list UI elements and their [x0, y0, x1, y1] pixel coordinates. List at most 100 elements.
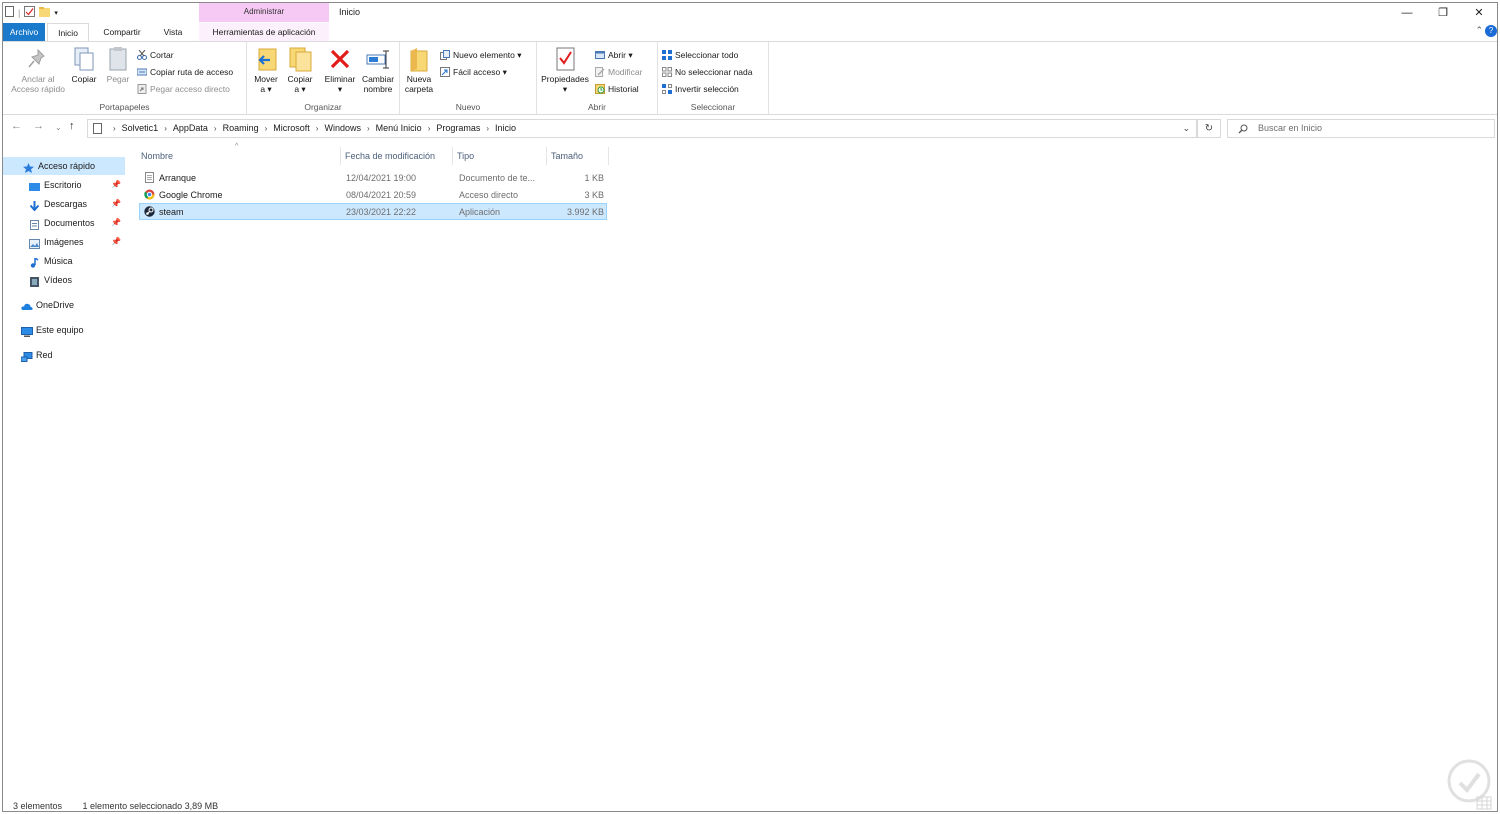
invert-selection-button[interactable]: Invertir selección: [662, 82, 739, 96]
computer-icon: [21, 325, 33, 337]
easy-access-icon: [440, 66, 450, 77]
maximize-button[interactable]: ❐: [1425, 3, 1461, 23]
nav-label: Este equipo: [36, 325, 84, 335]
nav-item-onedrive[interactable]: OneDrive: [3, 296, 125, 314]
window-title: Inicio: [339, 7, 361, 17]
nav-label: Descargas: [44, 199, 88, 209]
back-arrow-icon[interactable]: ←: [11, 120, 22, 132]
nav-label: Imágenes: [44, 237, 84, 247]
download-arrow-icon: [29, 199, 40, 212]
copy-path-label: Copiar ruta de acceso: [150, 67, 234, 77]
delete-button[interactable]: Eliminar ▾: [323, 46, 357, 94]
quick-access-toolbar: | ▾: [5, 6, 58, 19]
column-header-size[interactable]: Tamaño: [547, 147, 609, 165]
column-header-type[interactable]: Tipo: [453, 147, 547, 165]
select-none-button[interactable]: No seleccionar nada: [662, 65, 753, 79]
pin-icon[interactable]: 📌: [111, 176, 121, 194]
column-header-modified[interactable]: Fecha de modificación: [341, 147, 453, 165]
column-header-name[interactable]: Nombre: [137, 147, 341, 165]
paste-shortcut-button[interactable]: Pegar acceso directo: [137, 82, 230, 96]
history-icon: [595, 83, 605, 94]
select-none-label: No seleccionar nada: [675, 67, 753, 77]
nav-item-desktop[interactable]: Escritorio 📌: [3, 176, 125, 194]
rename-button[interactable]: Cambiar nombre: [359, 46, 397, 94]
easy-access-button[interactable]: Fácil acceso ▾: [440, 65, 507, 79]
properties-button[interactable]: Propiedades ▾: [539, 46, 591, 94]
refresh-icon[interactable]: ↻: [1197, 119, 1221, 138]
paste-button[interactable]: Pegar: [101, 46, 135, 84]
new-folder-icon[interactable]: [39, 6, 51, 19]
breadcrumb-item[interactable]: Inicio: [490, 120, 521, 137]
cut-button[interactable]: Cortar: [137, 48, 174, 62]
forward-arrow-icon[interactable]: →: [33, 120, 44, 132]
nav-label: OneDrive: [36, 300, 75, 310]
tab-home[interactable]: Inicio: [47, 23, 89, 41]
cloud-icon: [21, 300, 33, 310]
file-type: Acceso directo: [459, 190, 519, 200]
address-bar[interactable]: › Solvetic1 › AppData › Roaming › Microsoft…: [87, 119, 1197, 138]
video-film-icon: [29, 275, 40, 287]
move-label-2: a: [260, 84, 266, 94]
paste-icon: [106, 46, 130, 72]
edit-button[interactable]: Modificar: [595, 65, 642, 79]
file-row-selected[interactable]: steam 23/03/2021 22:22 Aplicación 3.992 …: [139, 203, 607, 220]
recent-chevron-down-icon[interactable]: ⌄: [55, 123, 62, 132]
ribbon-collapse-icon[interactable]: ⌃: [1475, 25, 1483, 36]
new-folder-button[interactable]: Nueva carpeta: [402, 46, 436, 94]
pin-icon[interactable]: 📌: [111, 233, 121, 251]
cut-label: Cortar: [150, 50, 174, 60]
status-bar: 3 elementos 1 elemento seleccionado 3,89…: [13, 801, 236, 811]
tab-view[interactable]: Vista: [155, 23, 191, 41]
status-selection: 1 elemento seleccionado 3,89 MB: [82, 801, 219, 811]
open-button[interactable]: Abrir ▾: [595, 48, 633, 62]
nav-item-network[interactable]: Red: [3, 346, 125, 364]
tab-file[interactable]: Archivo: [3, 23, 45, 41]
tab-share[interactable]: Compartir: [95, 23, 149, 41]
breadcrumb-item[interactable]: Solvetic1: [117, 120, 164, 137]
search-icon: [1238, 120, 1248, 137]
nav-item-videos[interactable]: Vídeos: [3, 271, 125, 289]
copy-button[interactable]: Copiar: [67, 46, 101, 84]
history-button[interactable]: Historial: [595, 82, 639, 96]
tab-app-tools[interactable]: Herramientas de aplicación: [199, 23, 329, 41]
file-size: 3 KB: [584, 190, 604, 200]
pin-icon[interactable]: 📌: [111, 195, 121, 213]
title-bar: | ▾ Administrar Inicio — ❐ ✕: [3, 3, 1497, 23]
nav-item-pictures[interactable]: Imágenes 📌: [3, 233, 125, 251]
file-icon[interactable]: [5, 6, 14, 19]
select-none-icon: [662, 66, 672, 77]
properties-check-icon[interactable]: [24, 6, 36, 19]
address-dropdown-chevron-icon[interactable]: ⌄: [1182, 120, 1190, 137]
nav-item-quick-access[interactable]: Acceso rápido: [3, 157, 125, 175]
nav-item-this-pc[interactable]: Este equipo: [3, 321, 125, 339]
pin-icon[interactable]: 📌: [111, 214, 121, 232]
file-row[interactable]: Google Chrome 08/04/2021 20:59 Acceso di…: [139, 187, 607, 204]
copy-path-button[interactable]: Copiar ruta de acceso: [136, 65, 234, 79]
breadcrumb-item[interactable]: Menú Inicio: [371, 120, 427, 137]
breadcrumb-item[interactable]: Roaming: [218, 120, 264, 137]
nav-item-documents[interactable]: Documentos 📌: [3, 214, 125, 232]
ribbon-tabs: Archivo Inicio Compartir Vista Herramien…: [3, 23, 1497, 41]
logo-watermark: [1445, 759, 1493, 811]
pin-quick-access-button[interactable]: Anclar al Acceso rápido: [7, 46, 69, 94]
move-to-button[interactable]: Mover a ▾: [249, 46, 283, 94]
breadcrumb-item[interactable]: AppData: [168, 120, 213, 137]
breadcrumb-item[interactable]: Windows: [319, 120, 366, 137]
copy-to-button[interactable]: Copiar a ▾: [283, 46, 317, 94]
minimize-button[interactable]: —: [1389, 3, 1425, 23]
chevron-down-icon[interactable]: ▾: [54, 9, 58, 17]
close-button[interactable]: ✕: [1461, 3, 1497, 23]
paste-shortcut-icon: [137, 83, 147, 94]
file-modified: 23/03/2021 22:22: [346, 207, 417, 217]
breadcrumb-item[interactable]: Programas: [431, 120, 485, 137]
select-all-button[interactable]: Seleccionar todo: [662, 48, 738, 62]
nav-item-music[interactable]: Música: [3, 252, 125, 270]
file-row[interactable]: Arranque 12/04/2021 19:00 Documento de t…: [139, 170, 607, 187]
up-arrow-icon[interactable]: ↑: [69, 120, 75, 132]
new-item-button[interactable]: Nuevo elemento ▾: [440, 48, 522, 62]
new-folder-label-2: carpeta: [404, 84, 434, 94]
nav-item-downloads[interactable]: Descargas 📌: [3, 195, 125, 213]
breadcrumb-item[interactable]: Microsoft: [268, 120, 315, 137]
help-icon[interactable]: ?: [1485, 25, 1497, 37]
search-input[interactable]: Buscar en Inicio: [1227, 119, 1495, 138]
